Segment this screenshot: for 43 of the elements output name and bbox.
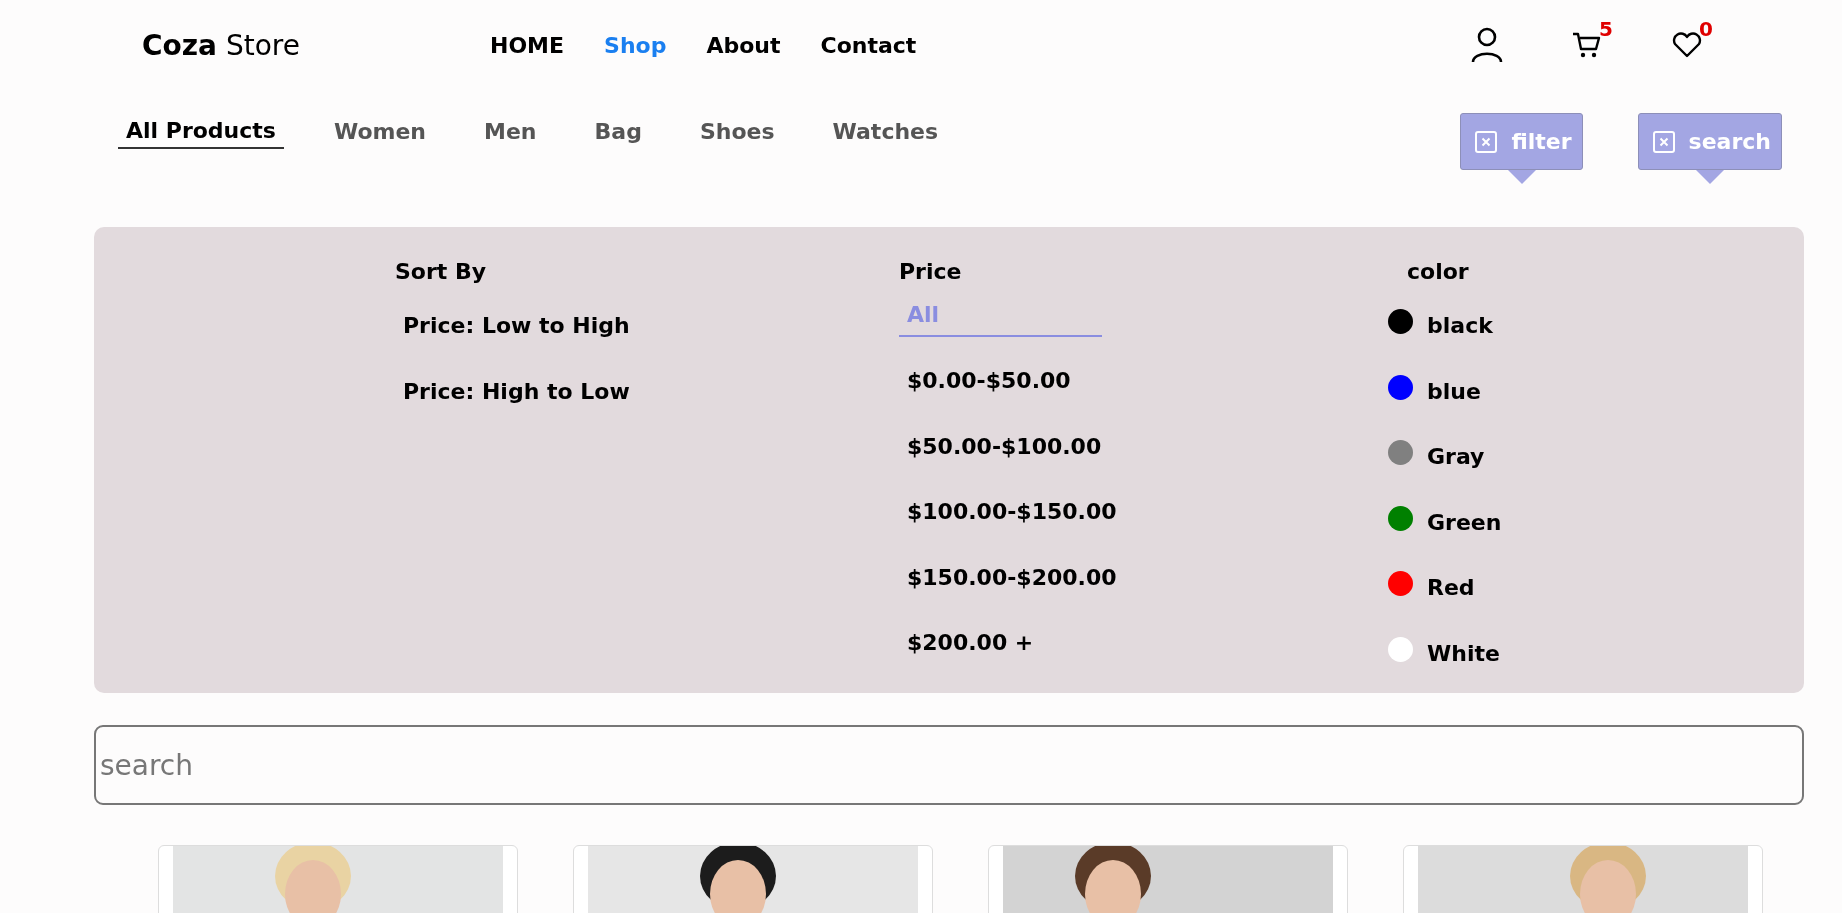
category-tab[interactable]: Men xyxy=(476,118,545,149)
cart-count: 5 xyxy=(1599,17,1613,41)
color-option[interactable]: Gray xyxy=(1427,444,1485,470)
user-icon xyxy=(1470,27,1504,63)
price-option[interactable]: $150.00-$200.00 xyxy=(899,555,1125,599)
column-heading: Sort By xyxy=(395,257,487,286)
color-dot[interactable] xyxy=(1388,571,1413,597)
pointer-arrow xyxy=(1507,170,1536,184)
nav-link[interactable]: HOME xyxy=(490,32,565,58)
close-icon xyxy=(1475,130,1498,153)
color-option[interactable]: Green xyxy=(1427,509,1502,535)
color-dot[interactable] xyxy=(1388,636,1413,662)
cart-icon xyxy=(1572,31,1602,59)
category-tab[interactable]: Shoes xyxy=(691,118,783,149)
sort-option[interactable]: Price: Low to High xyxy=(395,293,638,359)
color-option[interactable]: White xyxy=(1427,640,1500,666)
wishlist-count: 0 xyxy=(1699,17,1713,41)
price-option[interactable]: $200.00 + xyxy=(899,620,1102,665)
price-option[interactable]: $50.00-$100.00 xyxy=(899,424,1110,468)
price-option[interactable]: $0.00-$50.00 xyxy=(899,358,1102,403)
pointer-arrow xyxy=(1695,170,1724,184)
column-heading: Price xyxy=(899,257,962,286)
color-option[interactable]: black xyxy=(1427,313,1493,339)
color-option[interactable]: Red xyxy=(1427,575,1475,601)
category-tab[interactable]: Bag xyxy=(586,118,650,149)
close-icon xyxy=(1652,130,1675,153)
search-field[interactable]: search xyxy=(94,725,1804,805)
color-option[interactable]: blue xyxy=(1427,378,1481,404)
price-option[interactable]: $100.00-$150.00 xyxy=(899,489,1125,534)
category-tab[interactable]: All Products xyxy=(118,118,284,149)
nav-link[interactable]: About xyxy=(706,32,781,58)
nav-link[interactable]: Shop xyxy=(604,32,667,58)
color-dot[interactable] xyxy=(1388,309,1413,335)
nav-link[interactable]: Contact xyxy=(820,32,917,58)
color-dot[interactable] xyxy=(1388,505,1413,531)
color-dot[interactable] xyxy=(1388,440,1413,466)
heart-icon xyxy=(1672,32,1702,58)
logo[interactable]: Coza Store xyxy=(142,28,490,62)
category-tab[interactable]: Women xyxy=(325,118,435,149)
column-heading: color xyxy=(1407,257,1469,286)
category-tab[interactable]: Watches xyxy=(824,118,947,149)
color-dot[interactable] xyxy=(1388,374,1413,400)
sort-option[interactable]: Price: High to Low xyxy=(395,358,638,424)
